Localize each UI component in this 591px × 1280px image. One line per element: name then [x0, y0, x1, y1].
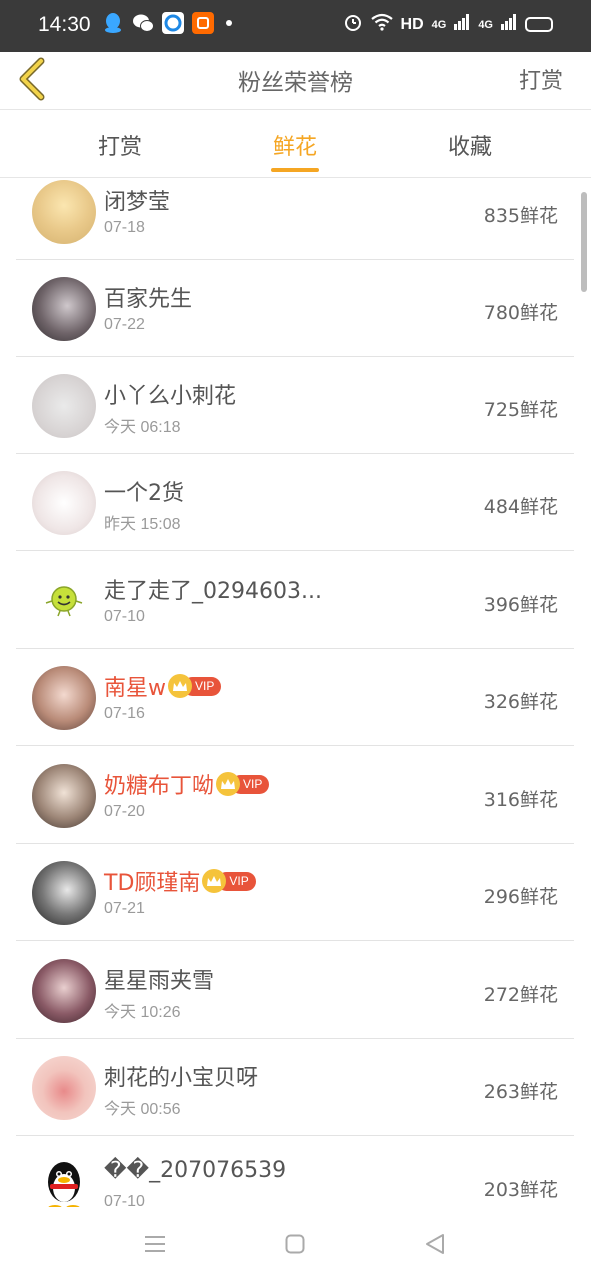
- avatar: [32, 277, 96, 341]
- signal-bars-icon: [454, 14, 470, 35]
- list-item[interactable]: 南星w VIP 07-16 326鲜花: [16, 649, 574, 746]
- back-triangle-icon: [426, 1234, 444, 1254]
- avatar: [32, 471, 96, 535]
- flower-count: 263鲜花: [483, 1081, 558, 1103]
- avatar: [32, 861, 96, 925]
- gift-date: 07-18: [104, 219, 145, 236]
- user-name: 小丫么小刺花: [104, 384, 237, 409]
- user-name-text: TD顾瑾南: [104, 871, 201, 896]
- user-name-text: 奶糖布丁呦: [104, 774, 215, 799]
- list-item[interactable]: 奶糖布丁呦 VIP 07-20 316鲜花: [16, 747, 574, 844]
- user-name: ��_207076539: [104, 1158, 287, 1183]
- tab-bar: 打赏 鲜花 收藏: [0, 111, 591, 178]
- flower-count: 835鲜花: [483, 205, 558, 227]
- active-tab-indicator: [271, 168, 319, 172]
- user-name: 百家先生: [104, 287, 193, 312]
- system-nav-bar: [0, 1207, 591, 1280]
- vip-badge: VIP: [168, 674, 222, 698]
- user-name: 星星雨夹雪: [104, 969, 215, 994]
- gift-date: 07-16: [104, 705, 145, 722]
- list-item[interactable]: 星星雨夹雪 今天 10:26 272鲜花: [16, 942, 574, 1039]
- user-name: 刺花的小宝贝呀: [104, 1066, 259, 1091]
- avatar: [32, 180, 96, 244]
- gift-date: 07-20: [104, 803, 145, 820]
- tab-favorites[interactable]: 收藏: [420, 129, 520, 161]
- user-name: 闭梦莹: [104, 190, 171, 215]
- browser-icon: [162, 12, 184, 34]
- qq-penguin-icon: [48, 1162, 80, 1207]
- user-name: 奶糖布丁呦 VIP: [104, 768, 270, 800]
- page-title: 粉丝荣誉榜: [238, 70, 353, 96]
- smiley-icon: [45, 586, 83, 617]
- flower-count: 296鲜花: [483, 886, 558, 908]
- tab-flowers[interactable]: 鲜花: [245, 129, 345, 161]
- signal-bars-icon-2: [501, 14, 517, 35]
- user-name: 南星w VIP: [104, 670, 222, 702]
- vip-badge: VIP: [216, 772, 270, 796]
- avatar: [32, 1056, 96, 1120]
- ranking-list[interactable]: 闭梦莹 07-18 835鲜花 百家先生 07-22 780鲜花 小丫么小刺花 …: [0, 179, 591, 1207]
- gift-date: 07-22: [104, 316, 145, 333]
- user-name: 走了走了_0294603...: [104, 579, 322, 604]
- gift-date: 今天 10:26: [104, 1004, 181, 1021]
- menu-button[interactable]: [140, 1229, 170, 1259]
- list-item[interactable]: TD顾瑾南 VIP 07-21 296鲜花: [16, 844, 574, 941]
- tab-tips[interactable]: 打赏: [70, 129, 170, 161]
- user-name: TD顾瑾南 VIP: [104, 865, 256, 897]
- status-app-icons: [102, 12, 232, 34]
- flower-count: 396鲜花: [483, 594, 558, 616]
- status-indicators: HD 4G 4G: [343, 12, 553, 37]
- avatar: [32, 666, 96, 730]
- user-name: 一个2货: [104, 481, 184, 506]
- flower-count: 725鲜花: [483, 399, 558, 421]
- list-item[interactable]: 闭梦莹 07-18 835鲜花: [16, 179, 574, 260]
- notification-dot: [226, 20, 232, 26]
- alarm-icon: [343, 12, 363, 37]
- flower-count: 484鲜花: [483, 496, 558, 518]
- status-time: 14:30: [38, 13, 91, 36]
- signal-4g-label: 4G: [431, 18, 447, 31]
- avatar: [32, 959, 96, 1023]
- qq-icon: [102, 12, 124, 34]
- flower-count: 326鲜花: [483, 691, 558, 713]
- list-item[interactable]: 走了走了_0294603... 07-10 396鲜花: [16, 552, 574, 649]
- taobao-icon: [192, 12, 214, 34]
- tip-button[interactable]: 打赏: [519, 63, 563, 95]
- gift-date: 今天 00:56: [104, 1101, 181, 1118]
- crown-icon: [216, 772, 241, 796]
- hd-label: HD: [400, 15, 424, 33]
- list-item[interactable]: 一个2货 昨天 15:08 484鲜花: [16, 454, 574, 551]
- app-header: 粉丝荣誉榜 打赏: [0, 52, 591, 110]
- vip-badge: VIP: [202, 869, 256, 893]
- gift-date: 昨天 15:08: [104, 516, 181, 533]
- home-square-icon: [285, 1234, 305, 1254]
- crown-icon: [168, 674, 192, 698]
- avatar: [32, 569, 96, 633]
- wifi-icon: [370, 13, 393, 36]
- gift-date: 07-10: [104, 608, 145, 625]
- status-bar: 14:30 HD 4G 4G: [0, 0, 591, 52]
- list-item[interactable]: 刺花的小宝贝呀 今天 00:56 263鲜花: [16, 1039, 574, 1136]
- user-name-text: 南星w: [104, 676, 166, 701]
- back-nav-button[interactable]: [420, 1229, 450, 1259]
- menu-icon: [145, 1236, 165, 1252]
- list-item[interactable]: 小丫么小刺花 今天 06:18 725鲜花: [16, 357, 574, 454]
- gift-date: 07-21: [104, 900, 145, 917]
- avatar: [32, 764, 96, 828]
- gift-date: 07-10: [104, 1193, 145, 1207]
- flower-count: 780鲜花: [483, 302, 558, 324]
- gift-date: 今天 06:18: [104, 419, 181, 436]
- flower-count: 272鲜花: [483, 984, 558, 1006]
- battery-icon: [525, 17, 553, 32]
- flower-count: 203鲜花: [483, 1179, 558, 1201]
- avatar: [32, 1154, 96, 1207]
- home-button[interactable]: [280, 1229, 310, 1259]
- flower-count: 316鲜花: [483, 789, 558, 811]
- signal-4g-label-2: 4G: [478, 18, 493, 31]
- avatar: [32, 374, 96, 438]
- scrollbar[interactable]: [581, 192, 587, 292]
- list-item[interactable]: 百家先生 07-22 780鲜花: [16, 260, 574, 357]
- list-item[interactable]: ��_207076539 07-10 203鲜花: [16, 1137, 574, 1207]
- wechat-icon: [132, 12, 154, 34]
